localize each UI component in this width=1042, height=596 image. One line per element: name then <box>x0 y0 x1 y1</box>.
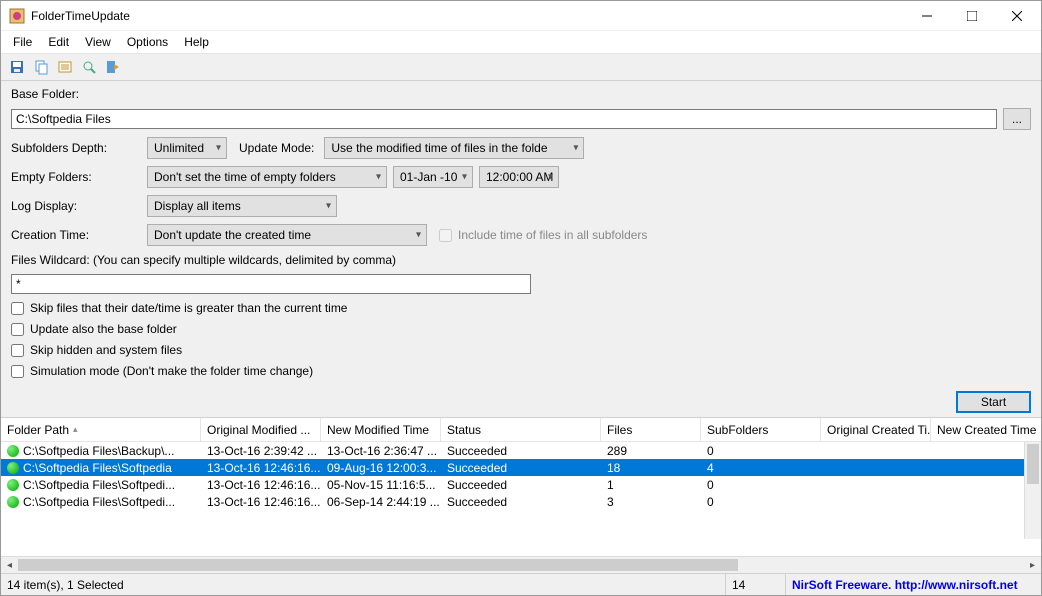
col-status[interactable]: Status <box>441 418 601 441</box>
update-base-checkbox[interactable] <box>11 323 24 336</box>
col-files[interactable]: Files <box>601 418 701 441</box>
start-button[interactable]: Start <box>956 391 1031 413</box>
app-icon <box>9 8 25 24</box>
minimize-button[interactable] <box>904 2 949 30</box>
skip-future-checkbox[interactable] <box>11 302 24 315</box>
update-base-label: Update also the base folder <box>30 322 177 336</box>
close-button[interactable] <box>994 2 1039 30</box>
wildcard-label: Files Wildcard: (You can specify multipl… <box>11 253 1031 267</box>
wildcard-input[interactable] <box>11 274 531 294</box>
skip-hidden-checkbox[interactable] <box>11 344 24 357</box>
time-select[interactable]: 12:00:00 AM <box>479 166 559 188</box>
exit-icon[interactable] <box>103 57 123 77</box>
log-display-select[interactable]: Display all items <box>147 195 337 217</box>
skip-hidden-label: Skip hidden and system files <box>30 343 182 357</box>
base-folder-label: Base Folder: <box>11 87 1031 101</box>
col-original-created[interactable]: Original Created Ti... <box>821 418 931 441</box>
toolbar <box>1 53 1041 81</box>
menu-options[interactable]: Options <box>119 32 176 52</box>
properties-icon[interactable] <box>55 57 75 77</box>
sort-asc-icon: ▴ <box>73 424 78 435</box>
col-new-modified[interactable]: New Modified Time <box>321 418 441 441</box>
form-area: Base Folder: ... Subfolders Depth: Unlim… <box>1 81 1041 417</box>
maximize-button[interactable] <box>949 2 994 30</box>
include-subfolders-label: Include time of files in all subfolders <box>458 228 647 242</box>
subfolders-depth-label: Subfolders Depth: <box>11 141 141 155</box>
creation-time-select[interactable]: Don't update the created time <box>147 224 427 246</box>
table-header: Folder Path▴ Original Modified ... New M… <box>1 418 1041 442</box>
empty-folders-label: Empty Folders: <box>11 170 141 184</box>
scroll-left-icon[interactable]: ◂ <box>1 557 18 573</box>
table-row[interactable]: C:\Softpedia Files\Softpedia13-Oct-16 12… <box>1 459 1041 476</box>
update-mode-select[interactable]: Use the modified time of files in the fo… <box>324 137 584 159</box>
menu-file[interactable]: File <box>5 32 40 52</box>
table-body: C:\Softpedia Files\Backup\...13-Oct-16 2… <box>1 442 1041 556</box>
browse-button[interactable]: ... <box>1003 108 1031 130</box>
vertical-scrollbar[interactable] <box>1024 442 1041 539</box>
simulation-checkbox[interactable] <box>11 365 24 378</box>
status-count: 14 <box>726 574 786 595</box>
skip-future-label: Skip files that their date/time is great… <box>30 301 347 315</box>
status-credit-link[interactable]: NirSoft Freeware. http://www.nirsoft.net <box>786 574 1041 595</box>
date-select[interactable]: 01-Jan -10 <box>393 166 473 188</box>
horizontal-scrollbar[interactable]: ◂ ▸ <box>1 556 1041 573</box>
table-row[interactable]: C:\Softpedia Files\Softpedi...13-Oct-16 … <box>1 476 1041 493</box>
base-folder-input[interactable] <box>11 109 997 129</box>
status-bar: 14 item(s), 1 Selected 14 NirSoft Freewa… <box>1 573 1041 595</box>
status-ok-icon <box>7 445 19 457</box>
simulation-label: Simulation mode (Don't make the folder t… <box>30 364 313 378</box>
col-original-modified[interactable]: Original Modified ... <box>201 418 321 441</box>
include-subfolders-checkbox <box>439 229 452 242</box>
window-title: FolderTimeUpdate <box>31 9 904 23</box>
col-new-created[interactable]: New Created Time <box>931 418 1041 441</box>
table-row[interactable]: C:\Softpedia Files\Softpedi...13-Oct-16 … <box>1 493 1041 510</box>
menu-edit[interactable]: Edit <box>40 32 77 52</box>
table-row[interactable]: C:\Softpedia Files\Backup\...13-Oct-16 2… <box>1 442 1041 459</box>
status-selection: 14 item(s), 1 Selected <box>1 574 726 595</box>
empty-folders-select[interactable]: Don't set the time of empty folders <box>147 166 387 188</box>
copy-icon[interactable] <box>31 57 51 77</box>
menu-view[interactable]: View <box>77 32 119 52</box>
results-table: Folder Path▴ Original Modified ... New M… <box>1 417 1041 573</box>
menu-bar: File Edit View Options Help <box>1 31 1041 53</box>
status-ok-icon <box>7 496 19 508</box>
creation-time-label: Creation Time: <box>11 228 141 242</box>
status-ok-icon <box>7 479 19 491</box>
update-mode-label: Update Mode: <box>239 141 314 155</box>
subfolders-depth-select[interactable]: Unlimited <box>147 137 227 159</box>
find-icon[interactable] <box>79 57 99 77</box>
save-icon[interactable] <box>7 57 27 77</box>
menu-help[interactable]: Help <box>176 32 217 52</box>
scroll-right-icon[interactable]: ▸ <box>1024 557 1041 573</box>
col-subfolders[interactable]: SubFolders <box>701 418 821 441</box>
title-bar: FolderTimeUpdate <box>1 1 1041 31</box>
log-display-label: Log Display: <box>11 199 141 213</box>
status-ok-icon <box>7 462 19 474</box>
col-folder-path[interactable]: Folder Path▴ <box>1 418 201 441</box>
